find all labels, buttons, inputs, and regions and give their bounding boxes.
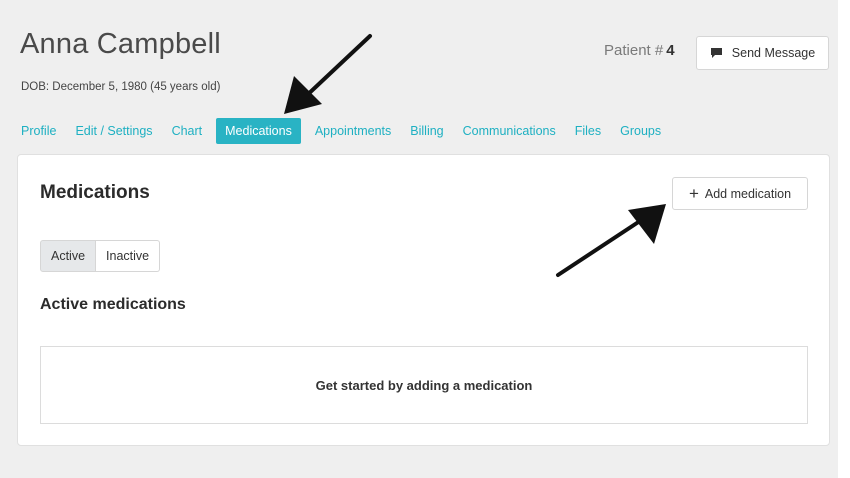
tab-edit-settings[interactable]: Edit / Settings — [70, 118, 157, 144]
empty-state: Get started by adding a medication — [40, 346, 808, 424]
tab-billing[interactable]: Billing — [405, 118, 448, 144]
medication-status-toggle: Active Inactive — [40, 240, 161, 272]
tab-chart[interactable]: Chart — [167, 118, 208, 144]
send-message-button[interactable]: Send Message — [696, 36, 829, 70]
pointer-arrow-icon — [284, 34, 372, 114]
patient-number-label: Patient # — [604, 42, 664, 59]
plus-icon: + — [688, 184, 699, 203]
patient-number-value: 4 — [666, 42, 675, 59]
page-edge — [838, 0, 850, 478]
tab-medications[interactable]: Medications — [216, 118, 301, 144]
tab-groups[interactable]: Groups — [615, 118, 666, 144]
filter-active-button[interactable]: Active — [40, 240, 97, 272]
patient-tabs: Profile Edit / Settings Chart Medication… — [16, 118, 675, 144]
medications-title: Medications — [40, 182, 150, 203]
tab-communications[interactable]: Communications — [458, 118, 561, 144]
add-medication-button[interactable]: + Add medication — [672, 177, 808, 210]
chat-bubble-icon — [710, 47, 723, 59]
medications-card: Medications + Add medication Active Inac… — [17, 154, 830, 446]
tab-appointments[interactable]: Appointments — [310, 118, 396, 144]
patient-name: Anna Campbell — [20, 28, 221, 60]
tab-files[interactable]: Files — [570, 118, 606, 144]
empty-state-text: Get started by adding a medication — [315, 377, 533, 393]
send-message-label: Send Message — [731, 46, 816, 60]
active-medications-heading: Active medications — [40, 296, 186, 313]
add-medication-label: Add medication — [704, 186, 792, 201]
patient-dob: DOB: December 5, 1980 (45 years old) — [21, 81, 221, 93]
patient-number: Patient #4 — [604, 42, 675, 59]
filter-inactive-button[interactable]: Inactive — [96, 240, 161, 272]
tab-profile[interactable]: Profile — [16, 118, 61, 144]
